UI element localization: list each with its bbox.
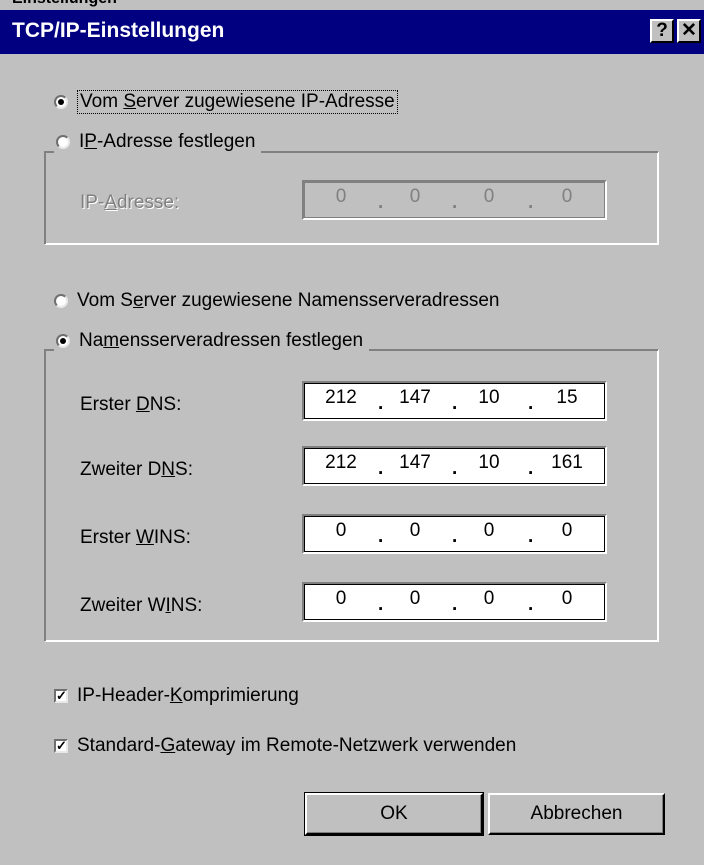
octet-separator: . bbox=[528, 594, 534, 615]
ip-octet-1: 0 bbox=[335, 588, 347, 609]
close-icon: ✕ bbox=[681, 20, 697, 41]
cropped-caption-strip: Einstellungen bbox=[0, 0, 704, 8]
octet-separator: . bbox=[452, 458, 458, 479]
ip-octet-3: 0 bbox=[483, 520, 495, 541]
help-button[interactable]: ? bbox=[650, 19, 674, 43]
ip-octet-1: 0 bbox=[335, 520, 347, 541]
ip-octet-2: 0 bbox=[409, 520, 421, 541]
octet-separator: . bbox=[378, 393, 384, 414]
cancel-button[interactable]: Abbrechen bbox=[488, 793, 665, 835]
ip-octet-4: 0 bbox=[561, 520, 573, 541]
window-title: TCP/IP-Einstellungen bbox=[12, 19, 225, 42]
title-bar: TCP/IP-Einstellungen ? ✕ bbox=[0, 10, 704, 54]
ip-octet-1: 212 bbox=[325, 387, 357, 408]
checkbox-ip-header-compression[interactable]: ✓ IP-Header-Komprimierung bbox=[54, 685, 299, 707]
radio-ip-from-server-label: Vom Server zugewiesene IP-Adresse bbox=[77, 90, 398, 114]
octet-separator: . bbox=[528, 526, 534, 547]
octet-separator: . bbox=[378, 526, 384, 547]
checkbox-ip-header-compression-label: IP-Header-Komprimierung bbox=[77, 685, 299, 706]
octet-separator: . bbox=[378, 192, 384, 213]
radio-dns-fixed[interactable]: Namensserveradressen festlegen bbox=[54, 330, 370, 352]
ok-button[interactable]: OK bbox=[304, 792, 484, 836]
radio-button-checked[interactable] bbox=[56, 334, 70, 348]
ip-octet-4: 0 bbox=[561, 186, 573, 207]
radio-dns-from-server[interactable]: Vom Server zugewiesene Namensserveradres… bbox=[54, 290, 499, 312]
close-button[interactable]: ✕ bbox=[677, 19, 701, 43]
ip-octet-3: 0 bbox=[483, 186, 495, 207]
ip-octet-4: 15 bbox=[556, 387, 578, 408]
second-wins-label: Zweiter WINS: bbox=[80, 595, 203, 616]
second-wins-input[interactable]: 0 . 0 . 0 . 0 bbox=[302, 582, 607, 622]
octet-separator: . bbox=[528, 192, 534, 213]
octet-separator: . bbox=[452, 192, 458, 213]
help-icon: ? bbox=[656, 20, 668, 41]
ip-octet-3: 0 bbox=[483, 588, 495, 609]
first-wins-label: Erster WINS: bbox=[80, 527, 191, 548]
ip-octet-2: 147 bbox=[399, 452, 431, 473]
ip-octet-3: 10 bbox=[478, 452, 500, 473]
octet-separator: . bbox=[378, 594, 384, 615]
checkbox-checked[interactable]: ✓ bbox=[54, 739, 68, 753]
cropped-caption-text: Einstellungen bbox=[12, 0, 117, 8]
ip-octet-1: 0 bbox=[335, 186, 347, 207]
radio-button-checked[interactable] bbox=[54, 95, 68, 109]
first-dns-input[interactable]: 212 . 147 . 10 . 15 bbox=[302, 381, 607, 421]
ip-octet-3: 10 bbox=[478, 387, 500, 408]
ip-octet-4: 0 bbox=[561, 588, 573, 609]
first-dns-label: Erster DNS: bbox=[80, 394, 182, 415]
ip-octet-2: 0 bbox=[409, 186, 421, 207]
octet-separator: . bbox=[528, 393, 534, 414]
radio-button-unchecked[interactable] bbox=[54, 294, 68, 308]
checkbox-default-gateway[interactable]: ✓ Standard-Gateway im Remote-Netzwerk ve… bbox=[54, 735, 516, 757]
second-dns-input[interactable]: 212 . 147 . 10 . 161 bbox=[302, 446, 607, 486]
ip-octet-2: 0 bbox=[409, 588, 421, 609]
ip-address-label: IP-Adresse: bbox=[80, 192, 180, 213]
ip-octet-1: 212 bbox=[325, 452, 357, 473]
octet-separator: . bbox=[452, 594, 458, 615]
checkbox-checked[interactable]: ✓ bbox=[54, 689, 68, 703]
ip-octet-4: 161 bbox=[551, 452, 583, 473]
radio-ip-from-server[interactable]: Vom Server zugewiesene IP-Adresse bbox=[54, 90, 398, 114]
radio-ip-fixed-label: IP-Adresse festlegen bbox=[79, 131, 256, 152]
ip-octet-2: 147 bbox=[399, 387, 431, 408]
ip-address-input[interactable]: 0 . 0 . 0 . 0 bbox=[302, 180, 607, 220]
second-dns-label: Zweiter DNS: bbox=[80, 459, 193, 480]
first-wins-input[interactable]: 0 . 0 . 0 . 0 bbox=[302, 514, 607, 554]
octet-separator: . bbox=[452, 526, 458, 547]
tcpip-settings-dialog: Einstellungen TCP/IP-Einstellungen ? ✕ V… bbox=[0, 0, 704, 865]
octet-separator: . bbox=[528, 458, 534, 479]
octet-separator: . bbox=[452, 393, 458, 414]
radio-dns-from-server-label: Vom Server zugewiesene Namensserveradres… bbox=[77, 290, 500, 311]
radio-dns-fixed-label: Namensserveradressen festlegen bbox=[79, 330, 364, 351]
octet-separator: . bbox=[378, 458, 384, 479]
radio-ip-fixed[interactable]: IP-Adresse festlegen bbox=[54, 131, 262, 153]
checkbox-default-gateway-label: Standard-Gateway im Remote-Netzwerk verw… bbox=[77, 735, 517, 756]
radio-button-unchecked[interactable] bbox=[56, 135, 70, 149]
